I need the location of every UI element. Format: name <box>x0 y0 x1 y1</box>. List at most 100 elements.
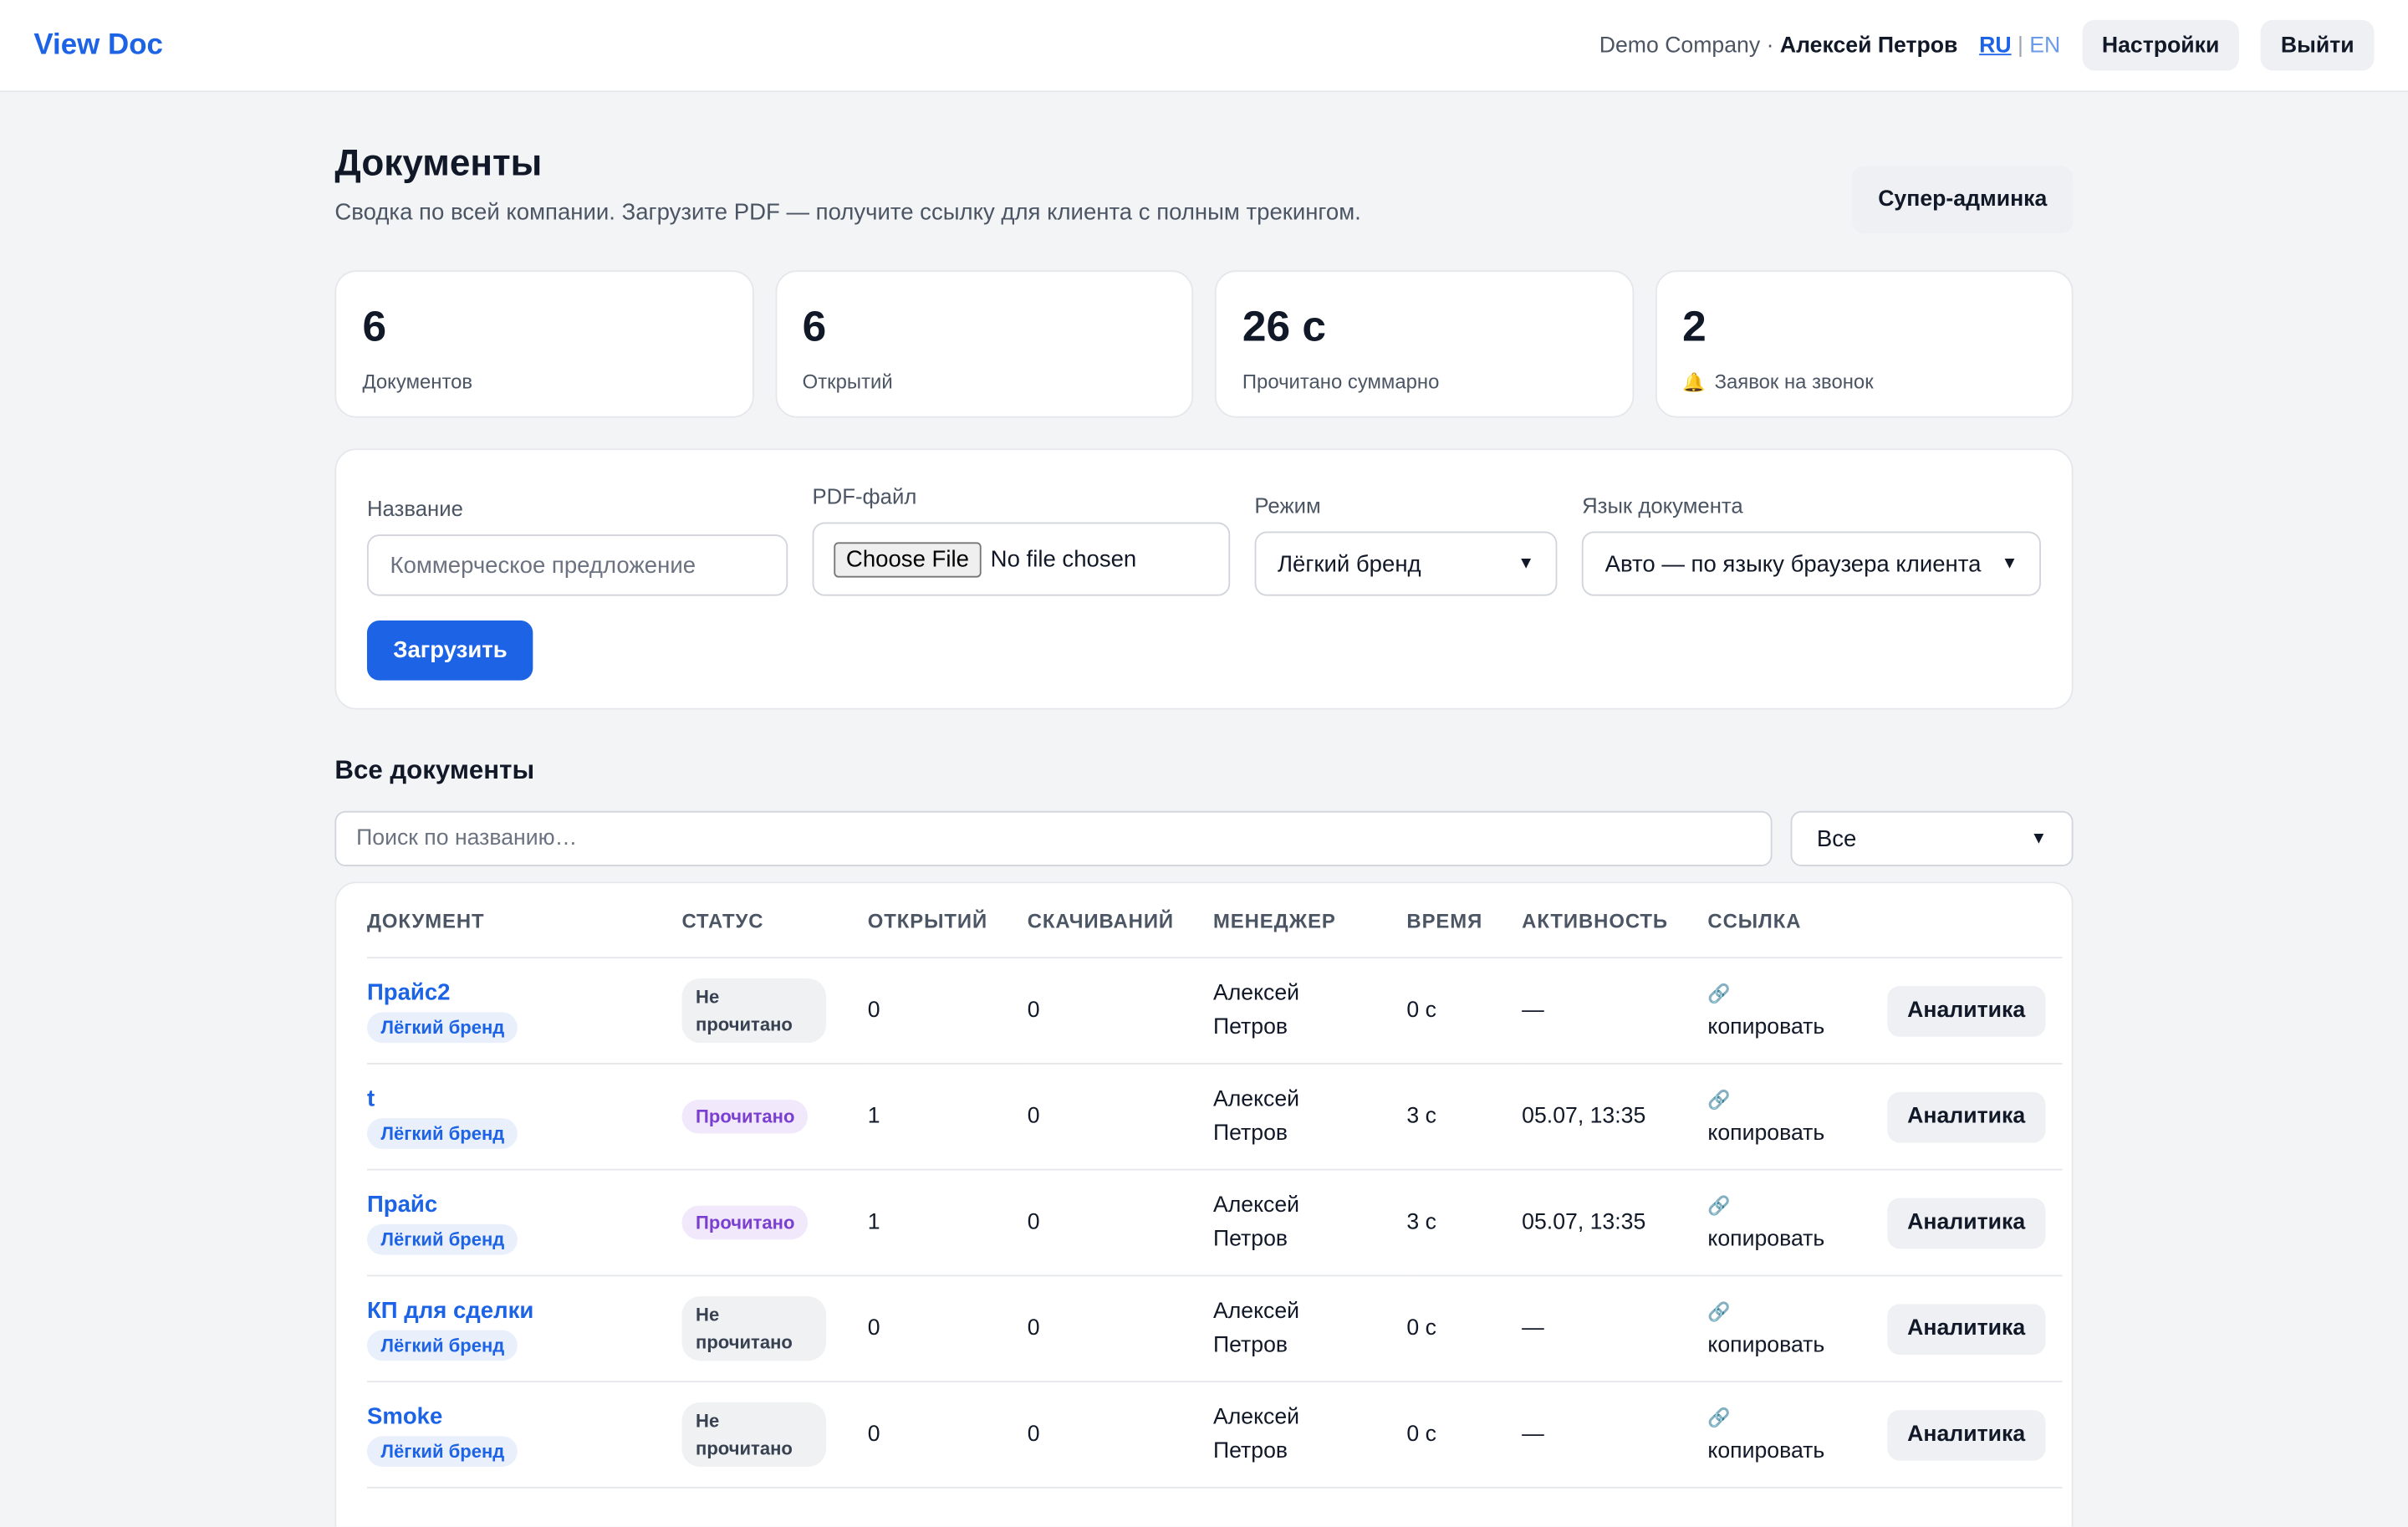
account-info: Demo Company · Алексей Петров <box>1599 33 1958 57</box>
analytics-button[interactable]: Аналитика <box>1887 985 2046 1036</box>
analytics-button[interactable]: Аналитика <box>1887 1409 2046 1460</box>
search-input[interactable]: Поиск по названию… <box>334 810 1773 866</box>
chevron-down-icon: ▼ <box>1518 554 1535 574</box>
cell-link: 🔗 копировать <box>1707 1063 1888 1171</box>
documents-section-title: Все документы <box>334 755 535 785</box>
stat-value: 2 <box>1682 302 1707 350</box>
cell-activity: — <box>1522 958 1708 1065</box>
status-badge: Не прочитано <box>681 1402 827 1468</box>
col-activity: АКТИВНОСТЬ <box>1522 883 1708 959</box>
copy-link[interactable]: копировать <box>1707 1011 1887 1044</box>
copy-link[interactable]: копировать <box>1707 1329 1887 1362</box>
cell-actions: Аналитика <box>1887 1381 2063 1489</box>
company-name: Demo Company <box>1599 33 1761 58</box>
manager-last-name: Петров <box>1212 1438 1288 1464</box>
page-header: Документы Сводка по всей компании. Загру… <box>334 138 2074 234</box>
document-link[interactable]: t <box>367 1085 682 1116</box>
link-icon: 🔗 <box>1707 1407 1731 1429</box>
stat-label: Заявок на звонок <box>1714 370 1874 394</box>
logout-button[interactable]: Выйти <box>2260 19 2375 71</box>
cell-manager: Алексей Петров <box>1212 1275 1407 1383</box>
status-filter-select[interactable]: Все ▼ <box>1790 810 2074 866</box>
cell-activity: — <box>1522 1275 1708 1383</box>
filter-value: Все <box>1816 825 1857 852</box>
documents-table: ДОКУМЕНТ СТАТУС ОТКРЫТИЙ СКАЧИВАНИЙ МЕНЕ… <box>366 883 2063 1489</box>
mode-select[interactable]: Лёгкий бренд ▼ <box>1254 531 1558 596</box>
manager-first-name: Алексей <box>1212 1193 1300 1218</box>
stat-card-documents: 6 Документов <box>334 270 753 418</box>
cell-document: Smoke Лёгкий бренд <box>366 1381 682 1489</box>
cell-downloads: 0 <box>1027 1275 1213 1383</box>
bell-icon: 🔔 <box>1682 370 1706 393</box>
cell-status: Не прочитано <box>681 958 868 1065</box>
manager-last-name: Петров <box>1212 1121 1288 1147</box>
analytics-button[interactable]: Аналитика <box>1887 1197 2046 1249</box>
cell-opens: 0 <box>867 1275 1028 1383</box>
page-title: Документы <box>334 142 543 185</box>
mode-value: Лёгкий бренд <box>1277 550 1421 577</box>
chevron-down-icon: ▼ <box>2001 554 2018 574</box>
analytics-button[interactable]: Аналитика <box>1887 1090 2046 1142</box>
mode-badge: Лёгкий бренд <box>366 1330 518 1361</box>
manager-first-name: Алексей <box>1212 1299 1300 1325</box>
cell-opens: 0 <box>867 1381 1028 1489</box>
manager-last-name: Петров <box>1212 1015 1288 1040</box>
analytics-button[interactable]: Аналитика <box>1887 1303 2046 1355</box>
copy-link[interactable]: копировать <box>1707 1116 1887 1150</box>
doc-lang-select[interactable]: Авто — по языку браузера клиента ▼ <box>1582 531 2042 596</box>
lang-ru-link[interactable]: RU <box>1979 33 2011 57</box>
table-header-row: ДОКУМЕНТ СТАТУС ОТКРЫТИЙ СКАЧИВАНИЙ МЕНЕ… <box>366 883 2063 959</box>
cell-manager: Алексей Петров <box>1212 958 1407 1065</box>
status-badge: Не прочитано <box>681 1296 827 1361</box>
cell-opens: 0 <box>867 958 1028 1065</box>
col-document: ДОКУМЕНТ <box>366 883 682 959</box>
name-input[interactable]: Коммерческое предложение <box>366 534 788 596</box>
status-badge: Прочитано <box>681 1100 809 1134</box>
brand-logo[interactable]: View Doc <box>33 28 163 62</box>
stat-label: Прочитано суммарно <box>1242 370 1440 394</box>
upload-button[interactable]: Загрузить <box>366 621 533 681</box>
cell-opens: 1 <box>867 1063 1028 1171</box>
cell-document: Прайс Лёгкий бренд <box>366 1169 682 1277</box>
status-badge: Не прочитано <box>681 978 827 1044</box>
col-manager: МЕНЕДЖЕР <box>1212 883 1407 959</box>
chevron-down-icon: ▼ <box>2030 829 2048 848</box>
copy-link[interactable]: копировать <box>1707 1434 1887 1468</box>
mode-badge: Лёгкий бренд <box>366 1012 518 1044</box>
cell-status: Не прочитано <box>681 1381 868 1489</box>
col-downloads: СКАЧИВАНИЙ <box>1027 883 1213 959</box>
name-field-group: Название Коммерческое предложение <box>366 496 788 596</box>
cell-time: 0 с <box>1406 1381 1523 1489</box>
col-opens: ОТКРЫТИЙ <box>867 883 1028 959</box>
mode-badge: Лёгкий бренд <box>366 1118 518 1149</box>
stat-value: 6 <box>362 302 387 350</box>
col-actions <box>1887 883 2063 959</box>
cell-manager: Алексей Петров <box>1212 1063 1407 1171</box>
doc-lang-field-group: Язык документа Авто — по языку браузера … <box>1582 493 2042 596</box>
document-link[interactable]: Прайс2 <box>367 978 682 1009</box>
table-row: Прайс Лёгкий бренд Прочитано 1 0 Алексей… <box>366 1169 2063 1277</box>
file-input[interactable]: Choose File No file chosen <box>812 522 1231 596</box>
choose-file-button[interactable]: Choose File <box>834 541 982 577</box>
super-admin-button[interactable]: Супер-админка <box>1851 166 2074 234</box>
stats-row: 6 Документов 6 Открытий 26 с Прочитано с… <box>334 270 2074 418</box>
table-body: Прайс2 Лёгкий бренд Не прочитано 0 0 Але… <box>366 958 2063 1489</box>
cell-actions: Аналитика <box>1887 1275 2063 1383</box>
search-row: Поиск по названию… Все ▼ <box>334 810 2074 866</box>
table-row: Smoke Лёгкий бренд Не прочитано 0 0 Алек… <box>366 1381 2063 1489</box>
cell-activity: — <box>1522 1381 1708 1489</box>
cell-document: Прайс2 Лёгкий бренд <box>366 958 682 1065</box>
lang-en-link[interactable]: EN <box>2029 33 2060 57</box>
cell-status: Прочитано <box>681 1169 868 1277</box>
copy-link[interactable]: копировать <box>1707 1223 1887 1256</box>
status-badge: Прочитано <box>681 1205 809 1240</box>
cell-link: 🔗 копировать <box>1707 958 1888 1065</box>
mode-label: Режим <box>1254 493 1321 518</box>
document-link[interactable]: Smoke <box>367 1402 682 1433</box>
cell-time: 0 с <box>1406 958 1523 1065</box>
document-link[interactable]: Прайс <box>367 1190 682 1221</box>
document-link[interactable]: КП для сделки <box>367 1296 682 1327</box>
settings-button[interactable]: Настройки <box>2081 19 2240 71</box>
name-label: Название <box>366 496 463 521</box>
stat-card-opens: 6 Открытий <box>774 270 1194 418</box>
